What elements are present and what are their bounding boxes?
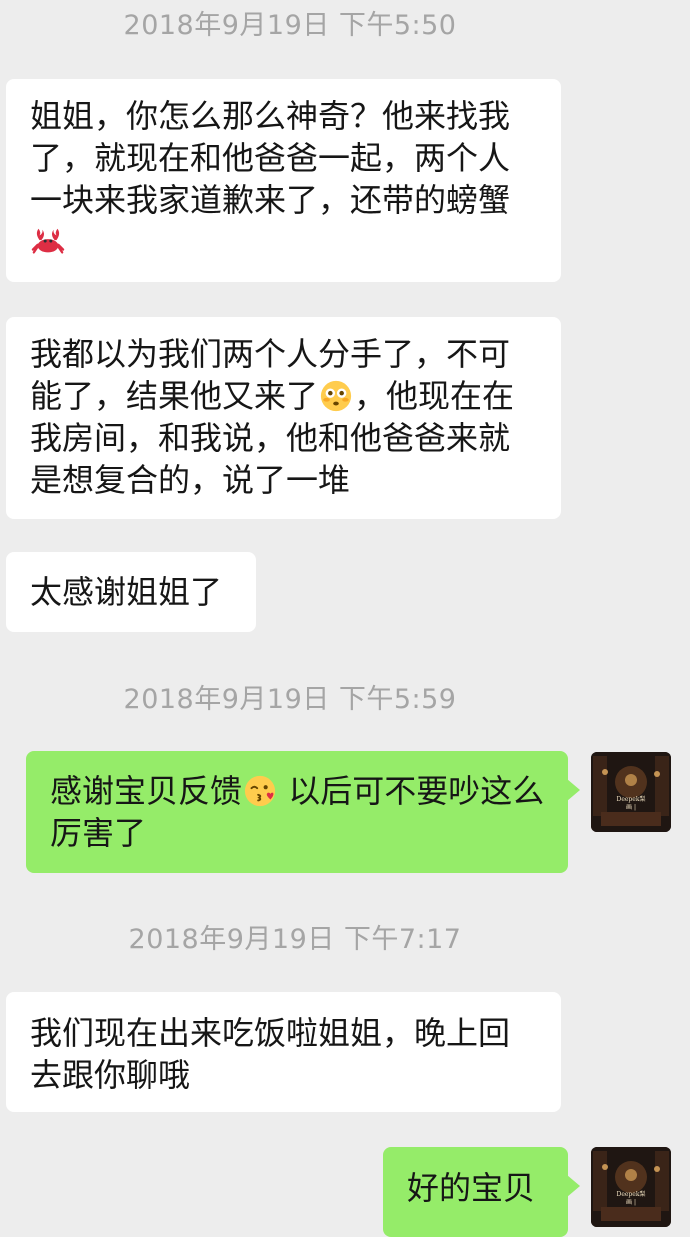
message-bubble-received[interactable]: 太感谢姐姐了 — [6, 552, 256, 632]
message-text: 太感谢姐姐了 — [30, 573, 223, 611]
timestamp: 2018年9月19日 下午5:59 — [123, 684, 457, 715]
timestamp: 2018年9月19日 下午5:50 — [123, 10, 457, 41]
message-bubble-received[interactable]: 姐姐，你怎么那么神奇？他来找我了，就现在和他爸爸一起，两个人一块来我家道歉来了，… — [6, 79, 561, 282]
avatar-caption: Deepek梨 画 | — [616, 796, 646, 811]
message-text: 我们现在出来吃饭啦姐姐，晚上回去跟你聊哦 — [30, 1014, 511, 1094]
avatar-caption: Deepek梨 画 | — [616, 1191, 646, 1206]
message-text: 感谢宝贝反馈 — [50, 772, 243, 810]
avatar-image — [591, 1147, 671, 1227]
chat-area[interactable]: 2018年9月19日 下午5:50 姐姐，你怎么那么神奇？他来找我了，就现在和他… — [0, 0, 690, 1237]
message-bubble-received[interactable]: 我都以为我们两个人分手了，不可能了，结果他又来了 ，他现在在我房间，和我说，他和… — [6, 317, 561, 519]
message-bubble-sent[interactable]: 感谢宝贝反馈 以后可不要吵这么厉害了 — [26, 751, 580, 873]
timestamp: 2018年9月19日 下午7:17 — [128, 924, 462, 955]
message-text: 好的宝贝 — [407, 1169, 536, 1207]
message-text: 姐姐，你怎么那么神奇？他来找我了，就现在和他爸爸一起，两个人一块来我家道歉来了，… — [30, 97, 511, 219]
avatar[interactable]: Deepek梨 画 | — [591, 1147, 671, 1227]
crab-emoji-icon — [31, 228, 65, 254]
message-bubble-sent[interactable]: 好的宝贝 — [383, 1147, 580, 1237]
message-bubble-received[interactable]: 我们现在出来吃饭啦姐姐，晚上回去跟你聊哦 — [6, 992, 561, 1112]
avatar-image — [591, 752, 671, 832]
kissing-face-emoji-icon — [244, 775, 276, 807]
avatar[interactable]: Deepek梨 画 | — [591, 752, 671, 832]
flushed-face-emoji-icon — [320, 380, 352, 412]
